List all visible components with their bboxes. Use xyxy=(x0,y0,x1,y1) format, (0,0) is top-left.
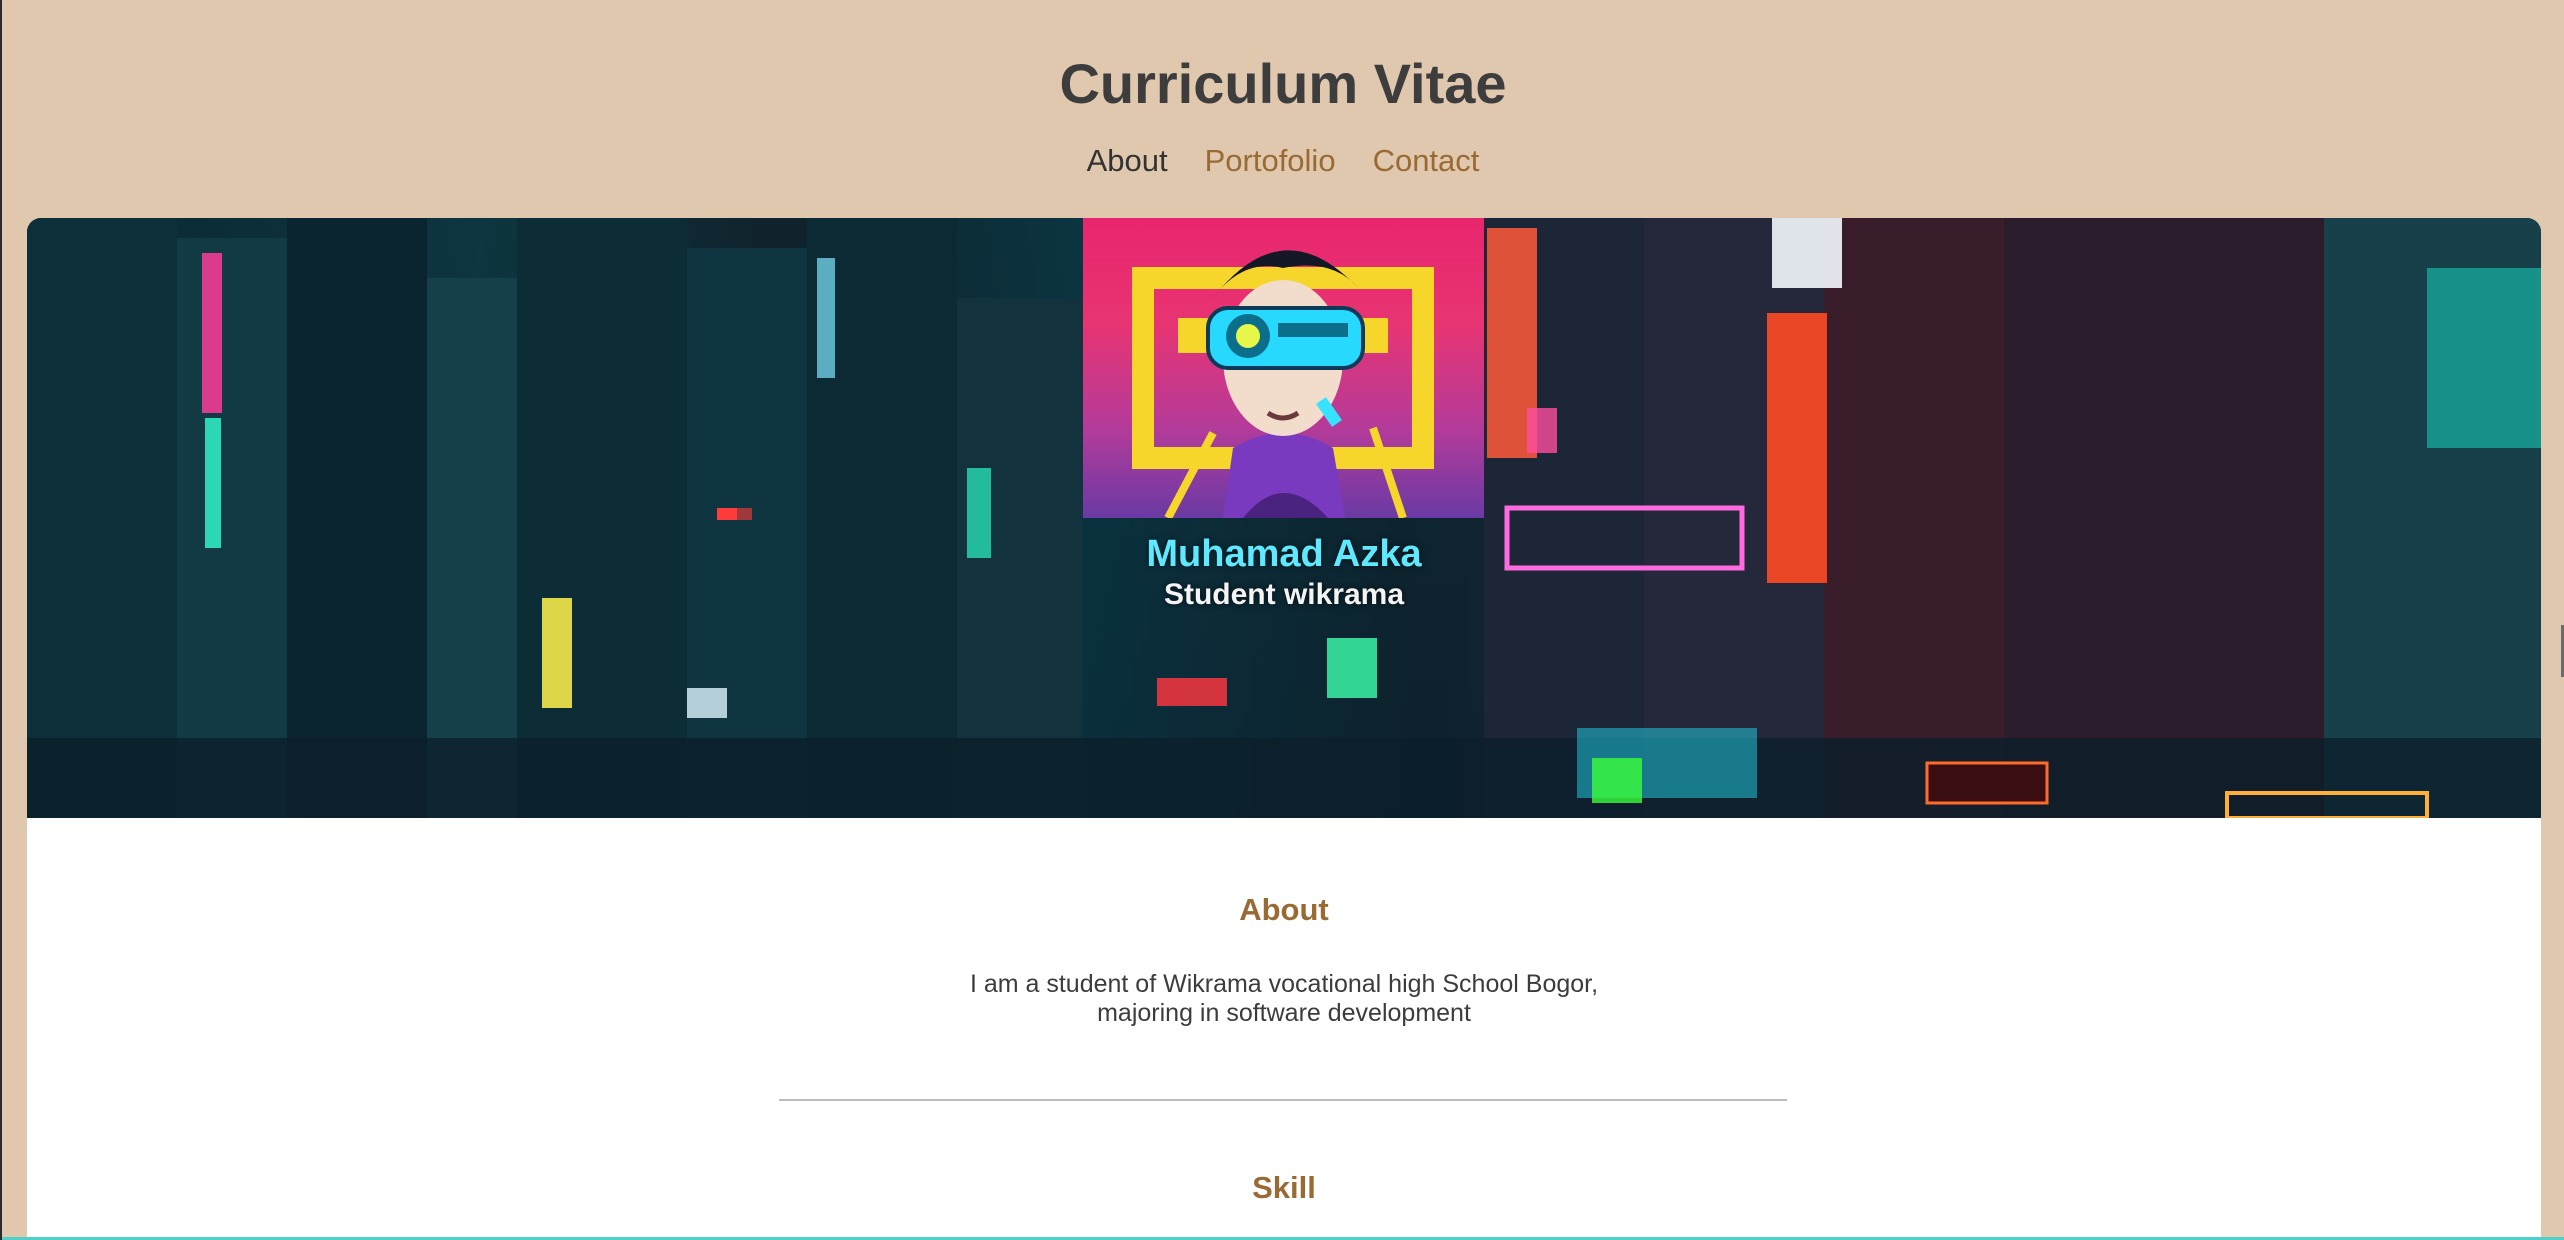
hero-banner: Muhamad Azka Student wikrama xyxy=(27,218,2541,818)
section-divider xyxy=(779,1099,1787,1101)
page: Curriculum Vitae About Portofolio Contac… xyxy=(0,0,2564,1240)
site-title: Curriculum Vitae xyxy=(1059,52,1507,115)
about-heading: About xyxy=(1239,892,1329,927)
nav-link-contact[interactable]: Contact xyxy=(1373,138,1480,184)
hero-role: Student wikrama xyxy=(1163,578,1405,611)
nav-link-about[interactable]: About xyxy=(1087,138,1168,184)
site-header: Curriculum Vitae About Portofolio Contac… xyxy=(2,0,2564,184)
nav-link-portofolio[interactable]: Portofolio xyxy=(1205,138,1336,184)
main-nav: About Portofolio Contact xyxy=(2,138,2564,184)
about-text-line-1: I am a student of Wikrama vocational hig… xyxy=(969,970,1599,998)
about-text-line-2: majoring in software development xyxy=(1097,999,1471,1027)
about-text: I am a student of Wikrama vocational hig… xyxy=(27,970,2541,1028)
hero-name: Muhamad Azka xyxy=(1146,533,1422,575)
profile-portrait-image xyxy=(1083,218,1484,518)
skill-heading: Skill xyxy=(1252,1170,1316,1205)
main-content: About I am a student of Wikrama vocation… xyxy=(27,818,2541,1240)
